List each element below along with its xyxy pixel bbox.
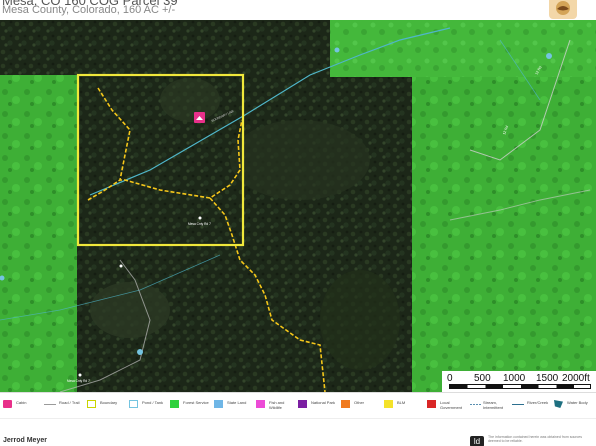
road-line-icon bbox=[44, 404, 56, 405]
stream-intermittent-icon bbox=[470, 404, 482, 405]
legend-label: Water Body bbox=[567, 400, 588, 405]
waypoint-icon-3 bbox=[119, 264, 123, 268]
map-canvas[interactable]: Mesa Cnty Rd 7 BOUNDARY LINE 12 Rd 12 Rd… bbox=[0, 20, 596, 392]
legend-label: Road / Trail bbox=[59, 400, 80, 405]
boundary-icon bbox=[87, 400, 96, 408]
waypoint-icon bbox=[198, 216, 202, 220]
scale-label: 0 bbox=[447, 373, 453, 384]
cabin-icon bbox=[3, 400, 12, 408]
state-land-icon bbox=[214, 400, 223, 408]
pond-icon-2 bbox=[546, 53, 552, 59]
disclaimer-text: The information contained herein was obt… bbox=[488, 435, 582, 443]
legend-label: National Park bbox=[311, 400, 336, 405]
public-land-right bbox=[412, 75, 596, 392]
map-header: Mesa, CO 160 COG Parcel 39 Mesa County, … bbox=[0, 0, 596, 20]
fish-wildlife-icon bbox=[256, 400, 265, 408]
legend-label: River/Creek bbox=[527, 400, 549, 405]
legend-label: State Land bbox=[227, 400, 247, 405]
national-park-icon bbox=[298, 400, 307, 408]
brand-logo bbox=[549, 0, 577, 19]
river-creek-icon bbox=[512, 404, 524, 405]
pond-icon bbox=[137, 349, 143, 355]
legend-label: Cabin bbox=[16, 400, 27, 405]
forest-service-icon bbox=[170, 400, 179, 408]
scale-bar: 0 500 1000 1500 2000ft bbox=[442, 371, 596, 392]
scale-label: 1500 bbox=[536, 373, 559, 384]
pond-icon-3 bbox=[334, 47, 340, 53]
parcel-road-label: Mesa Cnty Rd 7 bbox=[188, 222, 211, 226]
scale-label: 1000 bbox=[503, 373, 526, 384]
water-body-icon bbox=[554, 400, 563, 408]
other-land-icon bbox=[341, 400, 350, 408]
legend-label: Forest Service bbox=[183, 400, 209, 405]
agent-name: Jerrod Meyer bbox=[3, 437, 47, 444]
legend-label: Other bbox=[354, 400, 365, 405]
legend-label: Stream, Intermittent bbox=[483, 400, 504, 410]
map-footer: Jerrod Meyer ld The information containe… bbox=[0, 418, 596, 446]
scale-bar-graphic bbox=[449, 384, 591, 389]
legend-label: Local Government bbox=[440, 400, 463, 410]
bottom-road-label: Mesa Cnty Rd 7 bbox=[67, 379, 90, 383]
public-land-top-right bbox=[330, 20, 596, 77]
map-legend: Cabin Road / Trail Boundary Pond / Tank … bbox=[0, 392, 596, 418]
waypoint-icon-2 bbox=[78, 373, 82, 377]
legend-label: BLM bbox=[397, 400, 406, 405]
legend-label: Pond / Tank bbox=[142, 400, 164, 405]
pond-icon bbox=[129, 400, 138, 408]
local-government-icon bbox=[427, 400, 436, 408]
scale-label: 500 bbox=[474, 373, 491, 384]
blm-icon bbox=[384, 400, 393, 408]
brand-logo-icon: ld bbox=[470, 436, 484, 446]
map-subtitle: Mesa County, Colorado, 160 AC +/- bbox=[2, 4, 176, 16]
cabin-icon[interactable] bbox=[194, 112, 205, 123]
scale-label: 2000ft bbox=[562, 373, 590, 384]
legend-label: Fish and Wildlife bbox=[269, 400, 285, 410]
legend-label: Boundary bbox=[100, 400, 118, 405]
public-land-left bbox=[0, 75, 77, 392]
